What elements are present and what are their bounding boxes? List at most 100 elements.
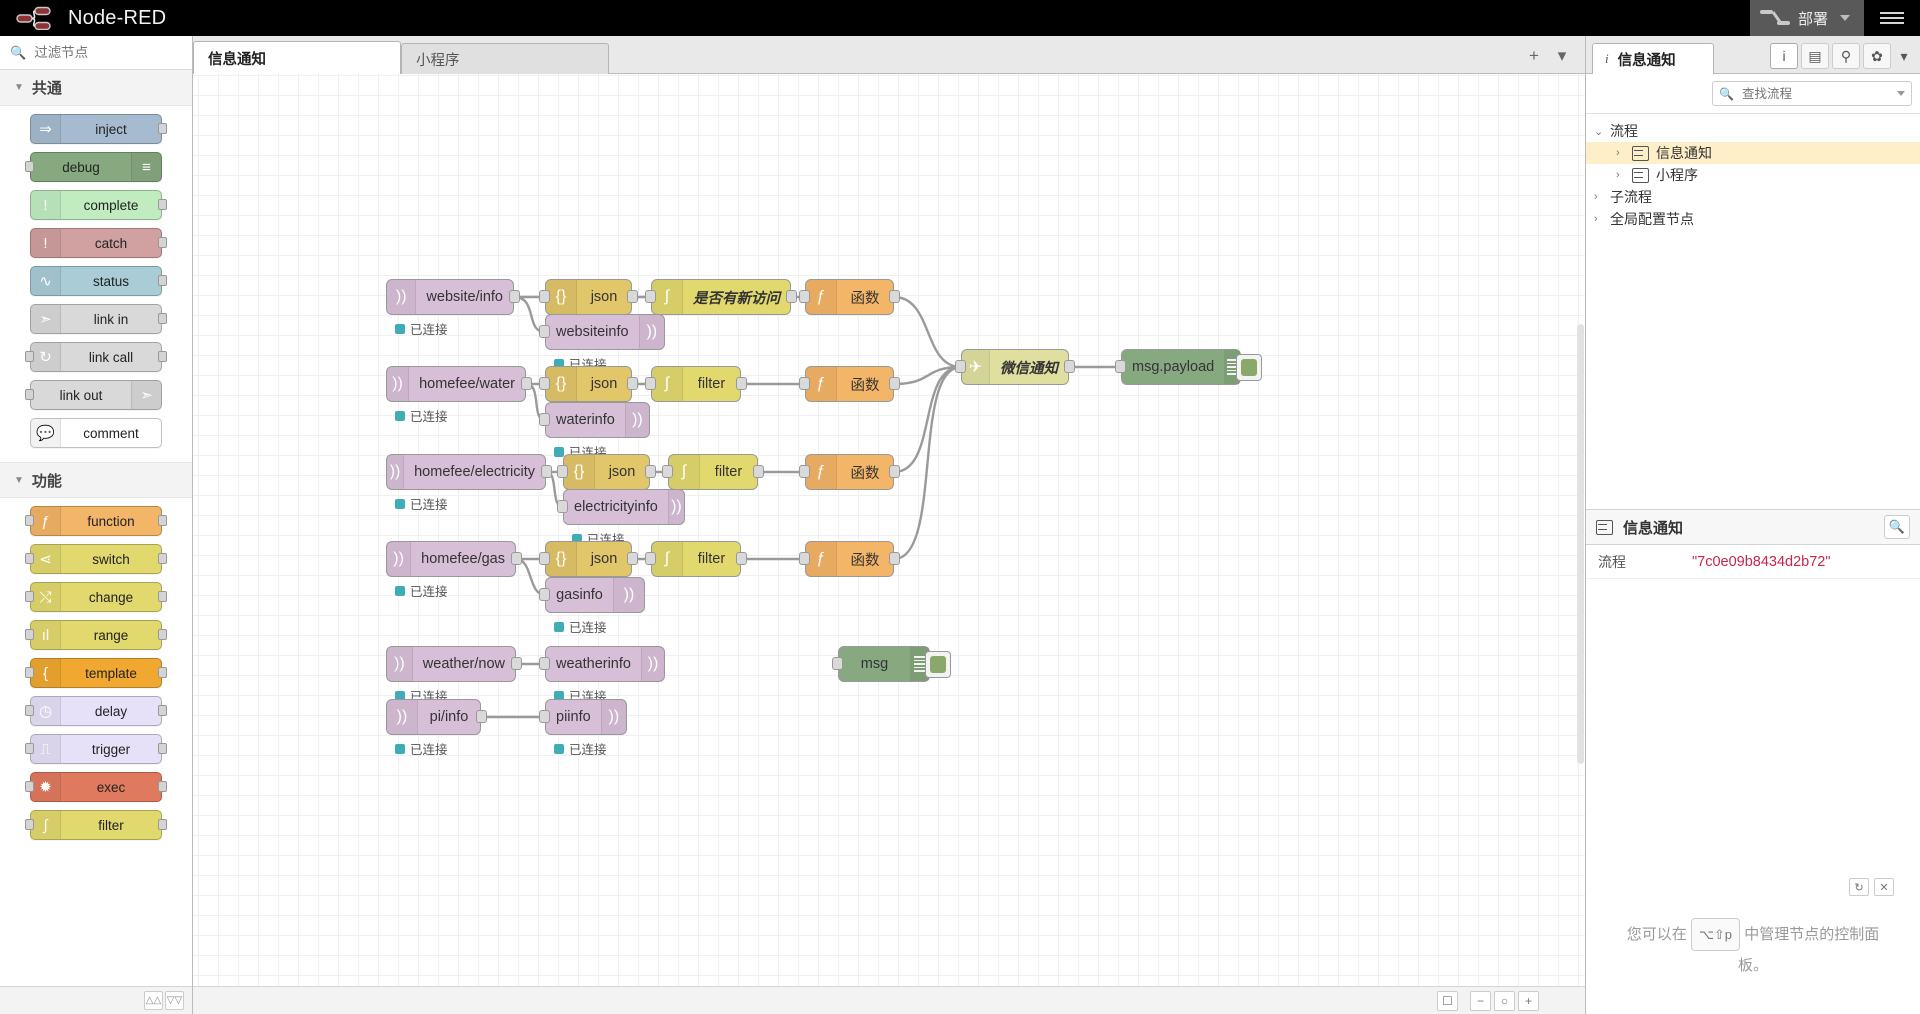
flow-node-json[interactable]: {} json bbox=[539, 279, 638, 315]
zoom-reset-button[interactable]: ○ bbox=[1494, 990, 1515, 1011]
output-port[interactable] bbox=[511, 657, 522, 670]
chevron-right-icon[interactable]: › bbox=[1616, 169, 1625, 181]
output-port[interactable] bbox=[158, 515, 167, 526]
info-tab-icon[interactable]: i bbox=[1770, 43, 1798, 69]
input-port[interactable] bbox=[645, 290, 656, 303]
flow-search-input[interactable] bbox=[1739, 85, 1880, 102]
palette-node-link-out[interactable]: ➣ link out bbox=[25, 380, 162, 410]
input-port[interactable] bbox=[539, 413, 550, 426]
flow-node-是否有新访问[interactable]: ∫ 是否有新访问 bbox=[645, 279, 797, 315]
flow-node-electricityinfo[interactable]: electricityinfo)) 已连接 bbox=[557, 489, 685, 547]
output-port[interactable] bbox=[158, 199, 167, 210]
collapse-all-icon[interactable]: △△ bbox=[144, 991, 163, 1010]
zoom-out-button[interactable]: − bbox=[1470, 990, 1491, 1011]
input-port[interactable] bbox=[799, 465, 810, 478]
output-port[interactable] bbox=[158, 819, 167, 830]
output-port[interactable] bbox=[158, 275, 167, 286]
flow-node-函数[interactable]: ƒ 函数 bbox=[799, 541, 900, 577]
refresh-icon[interactable]: ↻ bbox=[1849, 878, 1869, 896]
plus-icon[interactable]: + bbox=[1521, 43, 1547, 69]
flow-node-homefee/water[interactable]: )) homefee/water 已连接 bbox=[386, 366, 532, 424]
deploy-button[interactable]: 部署 bbox=[1749, 0, 1864, 36]
flow-node-filter[interactable]: ∫ filter bbox=[662, 454, 764, 490]
flow-node-weatherinfo[interactable]: weatherinfo)) 已连接 bbox=[539, 646, 665, 704]
output-port[interactable] bbox=[786, 290, 797, 303]
output-port[interactable] bbox=[889, 552, 900, 565]
flow-link[interactable] bbox=[893, 295, 962, 369]
flow-node-websiteinfo[interactable]: websiteinfo)) 已连接 bbox=[539, 314, 665, 372]
palette-node-range[interactable]: ıl range bbox=[25, 620, 167, 650]
input-port[interactable] bbox=[539, 588, 550, 601]
palette-node-delay[interactable]: ◷ delay bbox=[25, 696, 167, 726]
debug-toggle-button[interactable] bbox=[1236, 354, 1262, 381]
main-menu-button[interactable] bbox=[1864, 0, 1920, 36]
palette-category-共通[interactable]: ▼ 共通 bbox=[0, 70, 192, 106]
output-port[interactable] bbox=[541, 465, 552, 478]
tree-item-子流程[interactable]: › 子流程 bbox=[1586, 186, 1920, 208]
output-port[interactable] bbox=[158, 553, 167, 564]
help-book-icon[interactable]: ▤ bbox=[1801, 43, 1829, 69]
input-port[interactable] bbox=[645, 552, 656, 565]
flow-tab-信息通知[interactable]: 信息通知 bbox=[193, 41, 401, 74]
chevron-down-icon[interactable]: ▾ bbox=[1549, 43, 1575, 69]
input-port[interactable] bbox=[25, 389, 34, 400]
input-port[interactable] bbox=[25, 351, 34, 362]
flow-node-函数[interactable]: ƒ 函数 bbox=[799, 366, 900, 402]
output-port[interactable] bbox=[158, 591, 167, 602]
chevron-right-icon[interactable]: › bbox=[1616, 147, 1625, 159]
output-port[interactable] bbox=[158, 351, 167, 362]
output-port[interactable] bbox=[158, 667, 167, 678]
input-port[interactable] bbox=[557, 465, 568, 478]
input-port[interactable] bbox=[645, 377, 656, 390]
palette-node-trigger[interactable]: ⎍ trigger bbox=[25, 734, 167, 764]
input-port[interactable] bbox=[662, 465, 673, 478]
config-gear-icon[interactable]: ✿ bbox=[1863, 43, 1891, 69]
tab-info[interactable]: i 信息通知 bbox=[1592, 43, 1714, 74]
palette-node-template[interactable]: {template bbox=[25, 658, 167, 688]
palette-node-catch[interactable]: ! catch bbox=[30, 228, 167, 258]
input-port[interactable] bbox=[539, 552, 550, 565]
flow-node-json[interactable]: {} json bbox=[539, 366, 638, 402]
input-port[interactable] bbox=[799, 377, 810, 390]
flow-node-website/info[interactable]: )) website/info 已连接 bbox=[386, 279, 520, 337]
flow-node-homefee/electricity[interactable]: )) homefee/electricity 已连接 bbox=[386, 454, 552, 512]
flow-node-waterinfo[interactable]: waterinfo)) 已连接 bbox=[539, 402, 650, 460]
palette-scroll[interactable]: ▼ 共通 ⇒ inject ≡ debug! complete! catch ∿ status ➣ l… bbox=[0, 70, 192, 986]
palette-node-change[interactable]: ⤭ change bbox=[25, 582, 167, 612]
flow-search-box[interactable]: 🔍 bbox=[1712, 81, 1912, 106]
input-port[interactable] bbox=[25, 667, 34, 678]
tree-item-小程序[interactable]: › 小程序 bbox=[1586, 164, 1920, 186]
chevron-down-icon[interactable] bbox=[1897, 91, 1905, 96]
tree-item-全局配置节点[interactable]: › 全局配置节点 bbox=[1586, 208, 1920, 230]
flow-node-函数[interactable]: ƒ 函数 bbox=[799, 279, 900, 315]
chevron-down-icon[interactable]: ⌄ bbox=[1594, 125, 1603, 138]
palette-node-exec[interactable]: ✹ exec bbox=[25, 772, 167, 802]
tree-item-流程[interactable]: ⌄ 流程 bbox=[1586, 120, 1920, 142]
flow-node-json[interactable]: {} json bbox=[557, 454, 656, 490]
flow-canvas[interactable]: )) website/info 已连接 {} json ∫ 是否有新访问 ƒ 函数 website… bbox=[193, 74, 1585, 1014]
chevron-right-icon[interactable]: › bbox=[1594, 191, 1603, 203]
input-port[interactable] bbox=[25, 591, 34, 602]
output-port[interactable] bbox=[158, 629, 167, 640]
input-port[interactable] bbox=[25, 553, 34, 564]
palette-node-status[interactable]: ∿ status bbox=[30, 266, 167, 296]
output-port[interactable] bbox=[627, 377, 638, 390]
output-port[interactable] bbox=[476, 710, 487, 723]
palette-search[interactable]: 🔍 bbox=[0, 36, 192, 70]
input-port[interactable] bbox=[25, 705, 34, 716]
palette-node-switch[interactable]: ⋖ switch bbox=[25, 544, 167, 574]
debug-toggle-button[interactable] bbox=[925, 651, 951, 678]
input-port[interactable] bbox=[539, 325, 550, 338]
output-port[interactable] bbox=[736, 552, 747, 565]
output-port[interactable] bbox=[158, 705, 167, 716]
flow-tree[interactable]: ⌄ 流程 › 信息通知 › 小程序 › 子流程 › 全局配置节点 bbox=[1586, 114, 1920, 509]
output-port[interactable] bbox=[889, 465, 900, 478]
flow-node-json[interactable]: {} json bbox=[539, 541, 638, 577]
palette-node-inject[interactable]: ⇒ inject bbox=[30, 114, 167, 144]
canvas-vertical-scrollbar[interactable] bbox=[1576, 74, 1585, 1014]
input-port[interactable] bbox=[539, 377, 550, 390]
flow-node-piinfo[interactable]: piinfo)) 已连接 bbox=[539, 699, 627, 757]
tree-item-信息通知[interactable]: › 信息通知 bbox=[1586, 142, 1920, 164]
palette-category-功能[interactable]: ▼ 功能 bbox=[0, 462, 192, 498]
output-port[interactable] bbox=[627, 552, 638, 565]
